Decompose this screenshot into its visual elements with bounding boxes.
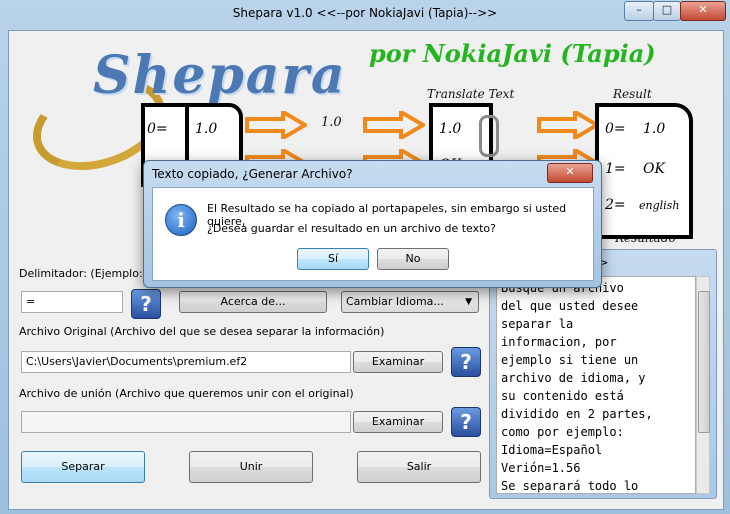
result-document-icon: 0= 1.0 1= OK 2= english — [595, 103, 693, 239]
arrow-icon — [537, 111, 599, 139]
no-button[interactable]: No — [377, 248, 449, 270]
original-file-input[interactable]: C:\Users\Javier\Documents\premium.ef2 — [21, 351, 351, 373]
window-title: Shepara v1.0 <<--por NokiaJavi (Tapia)--… — [232, 6, 498, 20]
copy-dialog: Texto copiado, ¿Generar Archivo? ✕ i El … — [143, 160, 602, 288]
language-select-value: Cambiar Idioma... — [346, 295, 444, 308]
maximize-button[interactable]: □ — [653, 1, 681, 21]
help-icon[interactable]: ? — [451, 347, 481, 377]
browse-original-button[interactable]: Examinar — [353, 351, 443, 373]
help-icon[interactable]: ? — [451, 407, 481, 437]
dialog-message-line2: ¿Desea guardar el resultado en un archiv… — [207, 222, 497, 235]
mid-value: 1.0 — [321, 115, 342, 130]
union-file-label: Archivo de unión (Archivo que queremos u… — [19, 387, 354, 400]
about-button[interactable]: Acerca de... — [179, 291, 327, 313]
vertical-scrollbar[interactable] — [696, 276, 710, 494]
split-button[interactable]: Separar — [21, 451, 145, 483]
scrollbar-thumb[interactable] — [698, 291, 710, 433]
paperclip-icon — [479, 115, 499, 157]
exit-button[interactable]: Salir — [357, 451, 481, 483]
browse-union-button[interactable]: Examinar — [353, 411, 443, 433]
help-icon[interactable]: ? — [131, 289, 161, 319]
union-file-input[interactable] — [21, 411, 351, 433]
language-select[interactable]: Cambiar Idioma... ▼ — [341, 291, 479, 313]
arrow-icon — [363, 111, 425, 139]
dialog-close-button[interactable]: ✕ — [547, 163, 593, 183]
dialog-title: Texto copiado, ¿Generar Archivo? — [152, 167, 353, 181]
info-icon: i — [165, 204, 197, 236]
join-button[interactable]: Unir — [189, 451, 313, 483]
author-byline: por NokiaJavi (Tapia) — [369, 39, 656, 68]
title-bar: Shepara v1.0 <<--por NokiaJavi (Tapia)--… — [0, 0, 730, 30]
yes-button[interactable]: Sí — [297, 248, 369, 270]
original-file-label: Archivo Original (Archivo del que se des… — [19, 325, 385, 338]
result-caption: Result — [613, 87, 652, 101]
dialog-body: i El Resultado se ha copiado al portapap… — [152, 187, 594, 281]
delimiter-label: Delimitador: (Ejemplo: =, — [19, 267, 159, 280]
chevron-down-icon: ▼ — [465, 297, 472, 307]
logo-text: Shepara — [93, 45, 347, 106]
delimiter-input[interactable]: = — [21, 291, 123, 313]
close-button[interactable]: ✕ — [680, 1, 726, 21]
help-text-area[interactable]: Busque un archivo del que usted desee se… — [496, 276, 696, 494]
main-window: Shepara v1.0 <<--por NokiaJavi (Tapia)--… — [0, 0, 730, 514]
translate-caption: Translate Text — [427, 87, 515, 101]
minimize-button[interactable]: – — [624, 1, 654, 21]
arrow-icon — [245, 111, 307, 139]
